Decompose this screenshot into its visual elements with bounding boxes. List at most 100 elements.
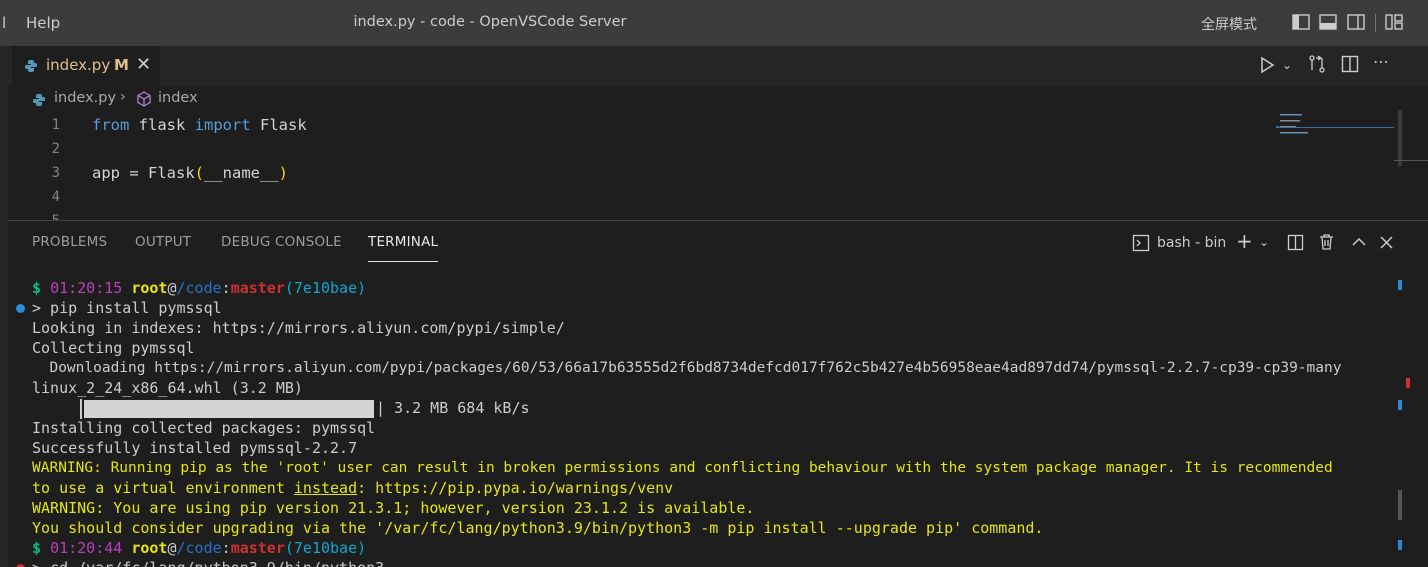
toggle-primary-sidebar-icon[interactable] — [1291, 12, 1311, 32]
panel-tab-bar: PROBLEMS OUTPUT DEBUG CONSOLE TERMINAL b… — [0, 221, 1428, 263]
prompt-time: 01:20:15 — [50, 279, 123, 297]
toggle-panel-icon[interactable] — [1318, 12, 1338, 32]
prompt-dollar: $ — [32, 279, 51, 297]
prompt-branch: master — [230, 279, 285, 297]
terminal-line: Downloading https://mirrors.aliyun.com/p… — [32, 360, 1342, 376]
scrollbar-marker — [1398, 400, 1402, 410]
minimap[interactable] — [1270, 110, 1398, 210]
breadcrumb-symbol[interactable]: index — [158, 90, 198, 106]
terminal-warning: WARNING: You are using pip version 21.3.… — [32, 499, 755, 517]
customize-layout-icon[interactable] — [1384, 12, 1404, 32]
prompt-at: @ — [167, 539, 177, 557]
terminal-command: > pip install pymssql — [32, 299, 222, 317]
close-tab-icon[interactable]: ✕ — [136, 54, 151, 75]
terminal-warning: WARNING: Running pip as the 'root' user … — [32, 460, 1333, 476]
breadcrumb-file[interactable]: index.py — [54, 90, 116, 106]
module-name: flask — [129, 116, 195, 134]
warning-link[interactable]: : https://pip.pypa.io/warnings/venv — [357, 479, 673, 497]
warning-underlined-word: instead — [293, 479, 358, 497]
line-number: 4 — [51, 189, 60, 205]
keyword: import — [194, 116, 251, 134]
scrollbar-error-marker — [1406, 378, 1410, 388]
terminal-instance-name[interactable]: bash - bin — [1157, 235, 1226, 251]
bracket: ) — [278, 164, 288, 182]
prompt-user: root — [122, 279, 168, 297]
line-number: 2 — [51, 141, 60, 157]
tab-index-py[interactable]: index.py M ✕ — [12, 46, 160, 86]
terminal-command: > cd /var/fc/lang/python3.9/bin/python3 — [32, 558, 384, 567]
warning-text: to use a virtual environment — [32, 479, 294, 497]
prompt-hash: (7e10bae) — [284, 279, 367, 297]
prompt-hash: (7e10bae) — [284, 539, 367, 557]
progress-bar-edge — [80, 399, 82, 419]
terminal-prompt: $ 01:20:44 root@/code:master(7e10bae) — [32, 538, 366, 558]
keyword: from — [92, 116, 130, 134]
more-actions-icon[interactable]: ⋯ — [1373, 52, 1389, 71]
new-terminal-icon[interactable]: + — [1236, 229, 1253, 253]
terminal-warning: You should consider upgrading via the '/… — [32, 519, 1044, 537]
toggle-secondary-sidebar-icon[interactable] — [1346, 12, 1366, 32]
title-bar: l Help index.py - code - OpenVSCode Serv… — [0, 0, 1428, 46]
terminal-line: linux_2_24_x86_64.whl (3.2 MB) — [32, 379, 303, 397]
assignment: app = Flask — [92, 164, 195, 182]
code-editor[interactable]: 1 2 3 4 5 from flask import Flask app = … — [0, 112, 1428, 220]
modified-badge: M — [114, 56, 129, 74]
download-progress-bar — [84, 400, 374, 418]
prompt-time: 01:20:44 — [50, 539, 123, 557]
class-name: Flask — [250, 116, 307, 134]
breadcrumb-chevron-icon: › — [120, 89, 126, 105]
terminal-output[interactable]: $ 01:20:15 root@/code:master(7e10bae) > … — [0, 278, 1428, 567]
prompt-dollar: $ — [32, 539, 51, 557]
code-line-1: from flask import Flask — [92, 116, 307, 134]
prompt-branch: master — [230, 539, 285, 557]
tab-filename: index.py — [46, 56, 111, 74]
bracket: ( — [194, 164, 204, 182]
editor-scrollbar[interactable] — [1398, 110, 1402, 166]
prompt-path: /code — [176, 279, 222, 297]
prompt-at: @ — [167, 279, 177, 297]
download-progress-text: | 3.2 MB 684 kB/s — [376, 399, 530, 417]
python-file-icon — [33, 94, 45, 106]
window-title: index.py - code - OpenVSCode Server — [353, 14, 627, 30]
tab-output[interactable]: OUTPUT — [135, 234, 191, 250]
terminal-warning: to use a virtual environment instead: ht… — [32, 478, 673, 498]
editor-tab-strip: index.py M ✕ — [0, 46, 1428, 86]
argument: __name__ — [204, 164, 279, 182]
tab-problems[interactable]: PROBLEMS — [32, 234, 107, 250]
active-tab-indicator — [368, 261, 438, 262]
terminal-line: Installing collected packages: pymssql — [32, 419, 376, 437]
terminal-dropdown-chevron-icon[interactable]: ⌄ — [1259, 235, 1269, 249]
prompt-user: root — [122, 539, 168, 557]
tab-terminal[interactable]: TERMINAL — [368, 234, 438, 250]
kill-terminal-trash-icon[interactable] — [1318, 233, 1335, 251]
prompt-colon: : — [221, 279, 231, 297]
terminal-prompt: $ 01:20:15 root@/code:master(7e10bae) — [32, 278, 366, 298]
terminal-scrollbar[interactable] — [1398, 490, 1402, 520]
run-python-file-icon[interactable] — [1259, 56, 1275, 74]
split-editor-icon[interactable] — [1341, 55, 1359, 73]
terminal-line: Looking in indexes: https://mirrors.aliy… — [32, 319, 565, 337]
titlebar-divider — [1375, 14, 1376, 32]
command-success-decoration[interactable] — [16, 304, 25, 313]
terminal-line: Collecting pymssql — [32, 339, 195, 357]
scrollbar-marker — [1398, 280, 1402, 290]
terminal-icon — [1132, 234, 1150, 252]
line-number: 5 — [40, 213, 60, 220]
maximize-panel-chevron-up-icon[interactable] — [1352, 236, 1366, 248]
tab-debug-console[interactable]: DEBUG CONSOLE — [221, 234, 342, 250]
line-number: 3 — [51, 165, 60, 181]
line-number: 1 — [51, 117, 60, 133]
split-terminal-icon[interactable] — [1287, 234, 1304, 251]
python-file-icon — [25, 60, 37, 72]
terminal-line: Successfully installed pymssql-2.2.7 — [32, 439, 358, 457]
compare-changes-icon[interactable] — [1307, 54, 1327, 74]
module-symbol-icon — [137, 91, 151, 107]
run-dropdown-chevron-icon[interactable]: ⌄ — [1282, 58, 1292, 72]
scrollbar-marker — [1398, 540, 1402, 550]
code-line-3: app = Flask(__name__) — [92, 164, 288, 182]
prompt-path: /code — [176, 539, 222, 557]
prompt-colon: : — [221, 539, 231, 557]
close-panel-icon[interactable] — [1380, 236, 1393, 249]
fullscreen-button[interactable]: 全屏模式 — [1201, 14, 1257, 34]
scroll-indicator — [1394, 160, 1428, 161]
